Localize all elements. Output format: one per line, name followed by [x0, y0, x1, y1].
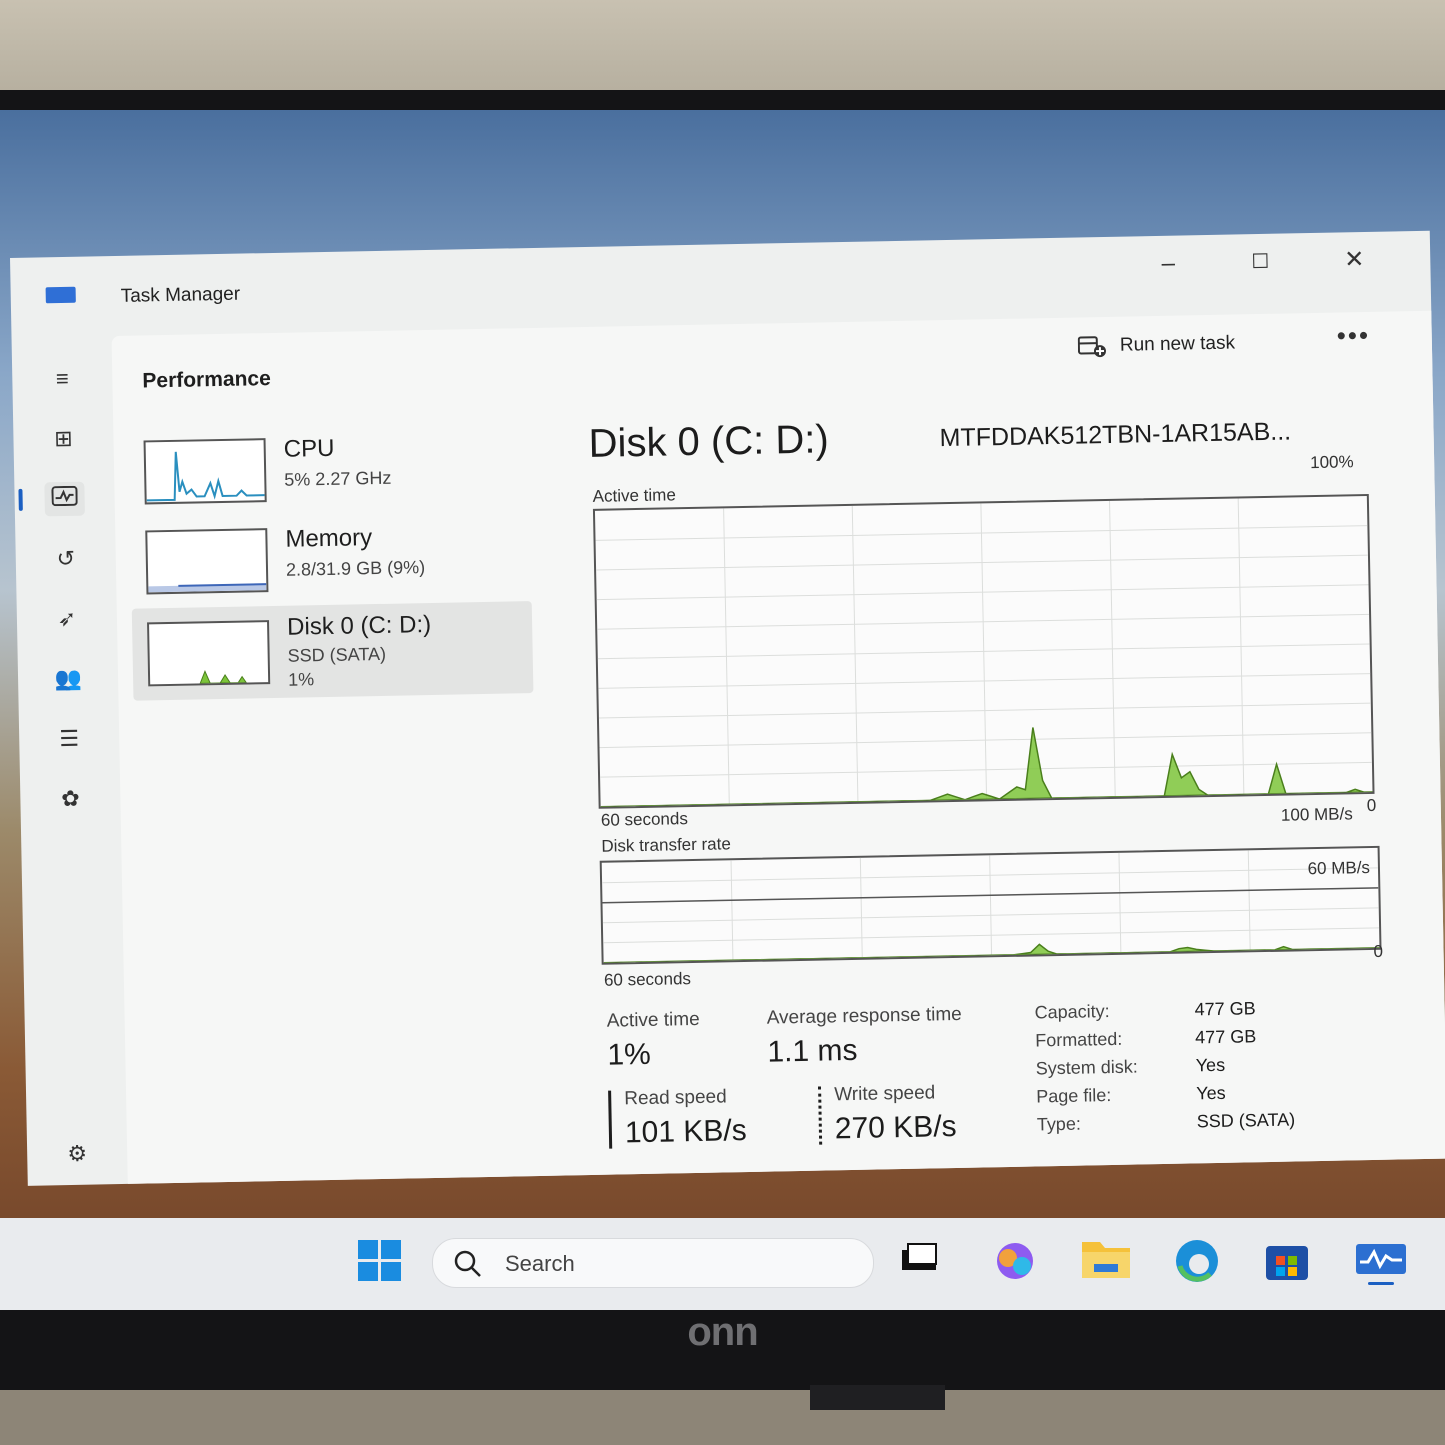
grid-line: [1118, 852, 1122, 953]
cpu-thumbnail-graph: [143, 438, 267, 505]
active-time-max-label: 100%: [1309, 452, 1354, 473]
close-button[interactable]: ✕: [1332, 244, 1377, 277]
windows-start-icon[interactable]: [356, 1236, 408, 1286]
minimize-button[interactable]: –: [1146, 247, 1191, 280]
cpu-name: CPU: [283, 434, 335, 463]
active-time-chart: [592, 493, 1375, 809]
transfer-rate-graph: [602, 850, 1380, 964]
task-manager-taskbar-icon[interactable]: [1354, 1236, 1406, 1286]
write-speed-value: 270 KB/s: [834, 1109, 957, 1146]
grid-line: [1247, 850, 1251, 951]
page-title: Performance: [142, 367, 271, 393]
run-new-task-label: Run new task: [1119, 332, 1236, 356]
floor: [0, 1390, 1445, 1445]
page-file-value: Yes: [1196, 1082, 1226, 1104]
disk-thumbnail-graph: [147, 620, 271, 687]
read-speed-label: Read speed: [624, 1086, 727, 1110]
file-explorer-icon[interactable]: [1080, 1236, 1132, 1286]
capacity-value: 477 GB: [1194, 998, 1256, 1020]
write-speed-label: Write speed: [834, 1082, 936, 1106]
nav-rail: ≡ ⊞ ↺ ➶ 👥 ☰ ✿ ⚙: [11, 331, 127, 1183]
performance-content: Performance Run new task ••• CPU 5% 2.27…: [111, 310, 1445, 1184]
search-icon: [454, 1250, 481, 1277]
desktop-screen: Task Manager – ☐ ✕ ≡ ⊞ ↺ ➶ 👥 ☰ ✿ ⚙ Perfo…: [0, 110, 1445, 1310]
disk-name: Disk 0 (C: D:): [286, 610, 432, 641]
formatted-value: 477 GB: [1194, 1026, 1257, 1048]
title-bar: Task Manager – ☐ ✕: [10, 231, 1431, 328]
app-history-icon[interactable]: ↺: [45, 542, 86, 577]
system-disk-value: Yes: [1195, 1054, 1226, 1076]
read-speed-value: 101 KB/s: [624, 1114, 747, 1150]
taskbar: Search: [0, 1218, 1445, 1310]
services-icon[interactable]: ✿: [50, 782, 91, 817]
grid-line: [989, 855, 993, 956]
edge-browser-icon[interactable]: [1172, 1236, 1224, 1286]
formatted-label: Formatted:: [1035, 1028, 1123, 1051]
device-disk0[interactable]: Disk 0 (C: D:) SSD (SATA) 1%: [131, 601, 534, 701]
startup-apps-icon[interactable]: ➶: [47, 602, 88, 637]
type-label: Type:: [1036, 1113, 1082, 1135]
microsoft-store-icon[interactable]: [1262, 1236, 1314, 1286]
monitor-stand: [810, 1385, 945, 1410]
transfer-span-label: 60 seconds: [603, 969, 692, 990]
cpu-usage: 5% 2.27 GHz: [284, 467, 392, 490]
avg-response-value: 1.1 ms: [767, 1033, 858, 1069]
app-title: Task Manager: [120, 283, 241, 307]
active-time-min-label: 0: [1366, 795, 1377, 816]
monitor-brand-logo: onn: [687, 1310, 758, 1354]
processes-icon[interactable]: ⊞: [43, 422, 84, 457]
active-time-chart-label: Active time: [592, 485, 676, 506]
disk-usage: 1%: [287, 669, 315, 690]
taskbar-search-box[interactable]: Search: [432, 1238, 874, 1288]
grid-line: [730, 860, 734, 961]
settings-gear-icon[interactable]: ⚙: [57, 1136, 98, 1171]
capacity-label: Capacity:: [1034, 1001, 1110, 1023]
task-view-icon[interactable]: [900, 1236, 952, 1286]
transfer-max-label: 100 MB/s: [1280, 804, 1353, 825]
read-speed-legend-line: [608, 1090, 613, 1149]
users-icon[interactable]: 👥: [48, 662, 89, 697]
transfer-mid-label: 60 MB/s: [1307, 858, 1371, 879]
transfer-rate-chart: 60 MB/s: [599, 845, 1382, 965]
more-options-button[interactable]: •••: [1336, 320, 1370, 352]
selected-indicator: [18, 488, 23, 511]
page-file-label: Page file:: [1036, 1085, 1112, 1107]
disk-title: Disk 0 (C: D:): [588, 417, 830, 466]
memory-name: Memory: [285, 524, 373, 553]
run-new-task-button[interactable]: Run new task: [1077, 327, 1236, 364]
performance-icon[interactable]: [44, 481, 85, 517]
task-manager-icon: [45, 286, 76, 304]
active-time-stat-label: Active time: [606, 1008, 700, 1032]
transfer-chart-label: Disk transfer rate: [601, 834, 731, 856]
transfer-min-label: 0: [1373, 941, 1384, 961]
active-time-graph: [595, 498, 1373, 808]
grid-line: [859, 857, 863, 958]
system-disk-label: System disk:: [1035, 1056, 1138, 1079]
memory-thumbnail-graph: [145, 528, 269, 595]
run-task-icon: [1077, 336, 1106, 358]
avg-response-label: Average response time: [766, 1003, 962, 1029]
active-time-stat-value: 1%: [607, 1037, 652, 1072]
memory-usage: 2.8/31.9 GB (9%): [285, 557, 426, 580]
search-placeholder: Search: [505, 1251, 575, 1276]
maximize-button[interactable]: ☐: [1238, 246, 1283, 279]
copilot-icon[interactable]: [990, 1236, 1042, 1286]
disk-model: MTFDDAK512TBN-1AR15AB...: [939, 417, 1292, 453]
wall: [0, 0, 1445, 95]
disk-type: SSD (SATA): [287, 643, 387, 666]
active-time-span-label: 60 seconds: [600, 809, 689, 830]
type-value: SSD (SATA): [1196, 1109, 1296, 1132]
performance-graph-icon: [51, 485, 78, 507]
device-memory[interactable]: Memory 2.8/31.9 GB (9%): [130, 513, 532, 605]
task-manager-window: Task Manager – ☐ ✕ ≡ ⊞ ↺ ➶ 👥 ☰ ✿ ⚙ Perfo…: [10, 230, 1445, 1186]
device-cpu[interactable]: CPU 5% 2.27 GHz: [128, 423, 530, 515]
details-icon[interactable]: ☰: [49, 722, 90, 757]
hamburger-menu-icon[interactable]: ≡: [42, 362, 83, 397]
write-speed-legend-line: [818, 1086, 823, 1145]
